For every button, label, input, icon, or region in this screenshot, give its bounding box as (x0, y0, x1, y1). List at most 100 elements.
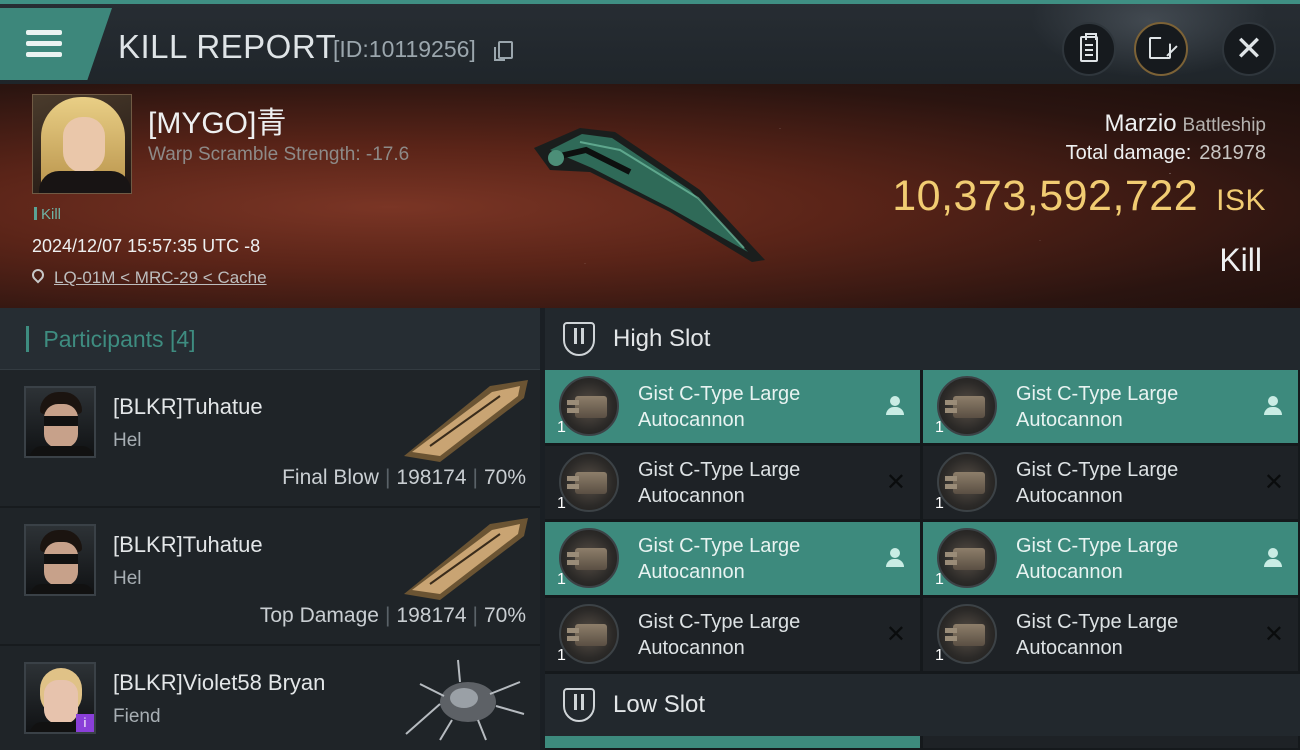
module-name: Gist C-Type Large Autocannon (1016, 611, 1179, 659)
clipboard-icon (1080, 33, 1098, 62)
participant-stats: Top Damage | 198174 | 70% (259, 604, 526, 627)
module-name: Gist C-Type Large Autocannon (638, 611, 801, 659)
ship-name: Marzio (1104, 110, 1177, 137)
destroyed-x-icon: ✕ (1263, 469, 1284, 496)
participant-name: [BLKR]Violet58 Bryan (113, 670, 326, 695)
total-damage: Total damage: 281978 (1066, 142, 1266, 165)
module-name: Gist C-Type Large Autocannon (1016, 459, 1179, 507)
autocannon-icon (559, 376, 619, 436)
participant-ship-image (405, 659, 525, 741)
participant-damage: 198174 (396, 466, 467, 489)
module-name: Gist C-Type Large Autocannon (1016, 383, 1179, 431)
module-item[interactable]: 1 Gist C-Type Large Autocannon ✕ (923, 598, 1298, 671)
module-quantity: 1 (557, 495, 566, 512)
module-name: Gist C-Type Large Autocannon (638, 383, 801, 431)
participants-header: Participants [4] (0, 308, 540, 370)
autocannon-icon (559, 604, 619, 664)
autocannon-icon (559, 452, 619, 512)
high-slot-icon (563, 322, 595, 356)
destroyed-x-icon: ✕ (885, 469, 906, 496)
copy-icon[interactable] (494, 41, 513, 61)
participant-row[interactable]: [BLKR]Tuhatue Hel Top Damage | 198174 | 70% (0, 508, 540, 646)
dropped-person-icon (1264, 548, 1282, 568)
participant-avatar[interactable] (24, 386, 96, 458)
high-slot-header: High Slot (545, 308, 1300, 370)
participant-name: [BLKR]Tuhatue (113, 394, 263, 419)
module-item[interactable]: 1 Gist C-Type Large Autocannon ✕ (545, 446, 920, 519)
participant-avatar[interactable] (24, 524, 96, 596)
fitting-panel: High Slot 1 Gist C-Type Large Autocannon… (545, 308, 1300, 750)
top-bar: KILL REPORT [ID:10119256] ✕ (0, 0, 1300, 88)
module-name: Gist C-Type Large Autocannon (1016, 535, 1179, 583)
total-damage-label: Total damage: (1065, 142, 1192, 164)
clipboard-button[interactable] (1062, 22, 1116, 76)
high-slot-grid: 1 Gist C-Type Large Autocannon 1 Gist C-… (545, 370, 1300, 671)
location-link[interactable]: LQ-01M < MRC-29 < Cache (54, 268, 267, 288)
participant-role: Top Damage (259, 604, 379, 627)
isk-value: 10,373,592,722 ISK (892, 172, 1266, 221)
participant-avatar[interactable]: i (24, 662, 96, 734)
participants-count: [4] (169, 326, 196, 352)
autocannon-icon (937, 528, 997, 588)
warp-scramble-strength: Warp Scramble Strength: -17.6 (148, 144, 410, 165)
autocannon-icon (937, 452, 997, 512)
menu-button[interactable] (0, 8, 112, 80)
module-quantity: 1 (557, 647, 566, 664)
autocannon-icon (559, 528, 619, 588)
total-damage-value: 281978 (1199, 142, 1266, 164)
isk-amount: 10,373,592,722 (892, 172, 1199, 220)
isk-unit: ISK (1216, 184, 1266, 217)
module-item[interactable]: 1 Gist C-Type Large Autocannon (545, 522, 920, 595)
hamburger-icon (26, 30, 62, 58)
module-item[interactable] (545, 736, 920, 748)
victim-banner: [MYGO]青 Warp Scramble Strength: -17.6 Ki… (0, 84, 1300, 308)
participant-ship-image (404, 518, 528, 600)
module-quantity: 1 (557, 571, 566, 588)
participant-role: Final Blow (282, 466, 379, 489)
kill-tag: Kill (34, 206, 61, 223)
participants-label: Participants (43, 326, 164, 352)
module-item[interactable]: 1 Gist C-Type Large Autocannon ✕ (545, 598, 920, 671)
module-quantity: 1 (935, 647, 944, 664)
ship-class: Battleship (1182, 115, 1266, 136)
participants-panel: Participants [4] [BLKR]Tuhatue Hel Final… (0, 308, 540, 750)
module-item[interactable]: 1 Gist C-Type Large Autocannon (923, 370, 1298, 443)
participant-percent: 70% (483, 604, 526, 627)
low-slot-header: Low Slot (545, 674, 1300, 736)
victim-ship: Marzio Battleship (1105, 110, 1266, 138)
victim-name[interactable]: [MYGO]青 (148, 98, 286, 142)
participant-row[interactable]: i [BLKR]Violet58 Bryan Fiend (0, 646, 540, 750)
high-slot-label: High Slot (613, 325, 711, 352)
kill-report-screen: KILL REPORT [ID:10119256] ✕ [MYGO]青 Warp… (0, 0, 1300, 750)
participant-stats: Final Blow | 198174 | 70% (282, 466, 526, 489)
low-slot-icon (563, 688, 595, 722)
low-slot-label: Low Slot (613, 691, 706, 718)
dropped-person-icon (886, 396, 904, 416)
module-item[interactable] (923, 736, 1298, 748)
module-name: Gist C-Type Large Autocannon (638, 459, 801, 507)
participants-list: [BLKR]Tuhatue Hel Final Blow | 198174 | 70% … (0, 370, 540, 750)
share-button[interactable] (1134, 22, 1188, 76)
dropped-person-icon (1264, 396, 1282, 416)
dropped-person-icon (886, 548, 904, 568)
close-icon: ✕ (1234, 30, 1264, 68)
autocannon-icon (937, 604, 997, 664)
participant-row[interactable]: [BLKR]Tuhatue Hel Final Blow | 198174 | 70% (0, 370, 540, 508)
victim-ship-image (534, 128, 765, 262)
module-item[interactable]: 1 Gist C-Type Large Autocannon (545, 370, 920, 443)
module-item[interactable]: 1 Gist C-Type Large Autocannon (923, 522, 1298, 595)
participant-damage: 198174 (396, 604, 467, 627)
report-id: [ID:10119256] (333, 36, 476, 62)
close-button[interactable]: ✕ (1222, 22, 1276, 76)
participant-name: [BLKR]Tuhatue (113, 532, 263, 557)
destroyed-x-icon: ✕ (885, 621, 906, 648)
module-quantity: 1 (935, 419, 944, 436)
module-quantity: 1 (935, 495, 944, 512)
info-badge: i (76, 714, 94, 732)
page-title: KILL REPORT (118, 28, 337, 65)
victim-avatar[interactable] (32, 94, 132, 194)
module-name: Gist C-Type Large Autocannon (638, 535, 801, 583)
module-item[interactable]: 1 Gist C-Type Large Autocannon ✕ (923, 446, 1298, 519)
result-label: Kill (1219, 242, 1262, 278)
destroyed-x-icon: ✕ (1263, 621, 1284, 648)
